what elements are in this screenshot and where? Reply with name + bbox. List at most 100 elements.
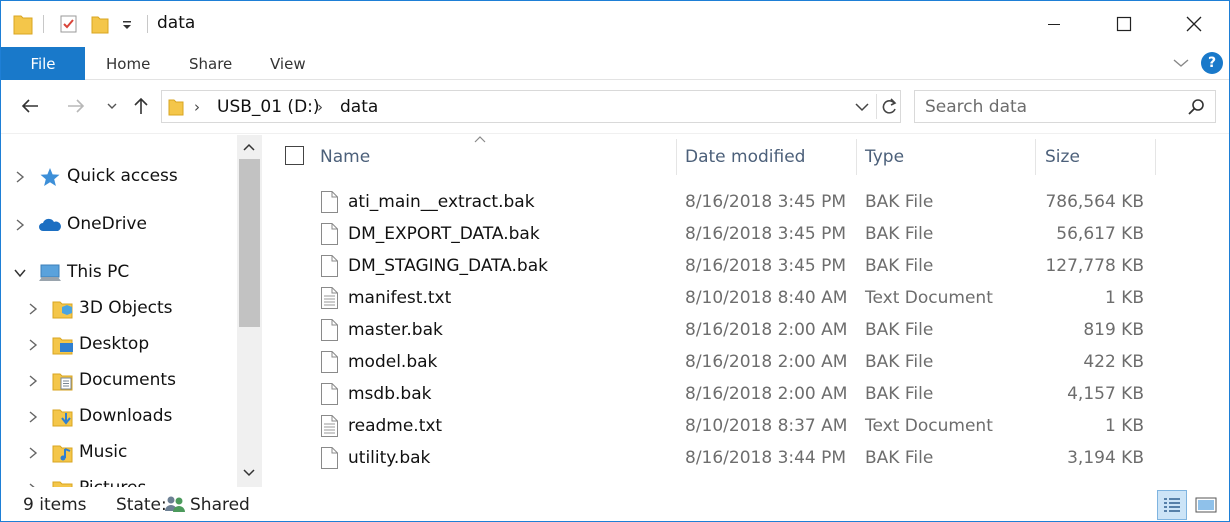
navigation-pane: Quick access OneDrive This PC 3D Objects… bbox=[1, 135, 263, 487]
file-name: DM_EXPORT_DATA.bak bbox=[348, 224, 540, 244]
table-row[interactable]: msdb.bak 8/16/2018 2:00 AM BAK File 4,157 K… bbox=[269, 379, 1169, 411]
chevron-right-icon[interactable] bbox=[13, 218, 27, 232]
file-date-modified: 8/10/2018 8:37 AM bbox=[685, 416, 848, 436]
state-value: Shared bbox=[190, 495, 250, 515]
chevron-right-icon[interactable] bbox=[26, 302, 40, 316]
select-all-checkbox[interactable] bbox=[285, 146, 304, 165]
file-type: Text Document bbox=[865, 288, 993, 308]
nav-item-onedrive[interactable]: OneDrive bbox=[1, 209, 237, 241]
column-header-date[interactable]: Date modified bbox=[685, 135, 805, 178]
shared-users-icon bbox=[165, 496, 185, 512]
file-size: 4,157 KB bbox=[1067, 384, 1144, 404]
nav-item-documents[interactable]: Documents bbox=[1, 365, 237, 397]
file-date-modified: 8/16/2018 3:45 PM bbox=[685, 224, 847, 244]
address-bar[interactable]: › USB_01 (D:) › data bbox=[161, 90, 901, 123]
music-folder-icon bbox=[52, 445, 73, 463]
blank-file-icon bbox=[321, 255, 338, 277]
tab-view[interactable]: View bbox=[270, 47, 306, 80]
tab-file[interactable]: File bbox=[1, 47, 85, 80]
folder-icon bbox=[168, 99, 184, 116]
column-divider[interactable] bbox=[1155, 139, 1156, 175]
address-dropdown-icon[interactable] bbox=[854, 101, 870, 113]
new-folder-icon[interactable] bbox=[91, 14, 109, 34]
search-icon[interactable] bbox=[1187, 98, 1205, 116]
nav-item-pictures[interactable]: Pictures bbox=[1, 473, 237, 487]
table-row[interactable]: manifest.txt 8/10/2018 8:40 AM Text Docume… bbox=[269, 283, 1169, 315]
customize-qat-icon[interactable] bbox=[121, 19, 133, 31]
tab-home[interactable]: Home bbox=[106, 47, 150, 80]
minimize-button[interactable] bbox=[1019, 1, 1089, 47]
chevron-down-icon[interactable] bbox=[13, 266, 27, 280]
title-separator bbox=[147, 15, 148, 33]
file-date-modified: 8/16/2018 3:45 PM bbox=[685, 192, 847, 212]
blank-file-icon bbox=[321, 191, 338, 213]
nav-item-label: OneDrive bbox=[67, 214, 147, 234]
chevron-right-icon[interactable] bbox=[26, 446, 40, 460]
blank-file-icon bbox=[321, 319, 338, 341]
properties-icon[interactable] bbox=[59, 14, 79, 34]
table-row[interactable]: DM_EXPORT_DATA.bak 8/16/2018 3:45 PM BAK F… bbox=[269, 219, 1169, 251]
large-icons-view-button[interactable] bbox=[1191, 490, 1221, 520]
search-placeholder: Search data bbox=[925, 97, 1028, 117]
nav-item-3d-objects[interactable]: 3D Objects bbox=[1, 293, 237, 325]
file-type: BAK File bbox=[865, 352, 934, 372]
nav-item-desktop[interactable]: Desktop bbox=[1, 329, 237, 361]
table-row[interactable]: utility.bak 8/16/2018 3:44 PM BAK File 3,19… bbox=[269, 443, 1169, 475]
chevron-right-icon[interactable] bbox=[26, 374, 40, 388]
column-header-size[interactable]: Size bbox=[1045, 135, 1080, 178]
file-type: BAK File bbox=[865, 384, 934, 404]
chevron-right-icon[interactable]: › bbox=[317, 98, 323, 116]
maximize-button[interactable] bbox=[1089, 1, 1159, 47]
chevron-right-icon[interactable] bbox=[26, 338, 40, 352]
star-icon bbox=[40, 168, 60, 186]
state-label: State: bbox=[116, 495, 167, 515]
column-divider[interactable] bbox=[676, 139, 677, 175]
nav-item-label: Music bbox=[79, 442, 128, 462]
scroll-down-icon[interactable] bbox=[242, 467, 256, 479]
nav-pane-scrollbar[interactable] bbox=[237, 135, 262, 487]
details-view-button[interactable] bbox=[1157, 490, 1187, 520]
blank-file-icon bbox=[321, 223, 338, 245]
chevron-right-icon[interactable] bbox=[26, 410, 40, 424]
close-button[interactable] bbox=[1159, 1, 1229, 47]
qat-separator bbox=[43, 15, 44, 33]
folder-icon bbox=[13, 15, 33, 35]
text-file-icon bbox=[321, 415, 338, 437]
tab-share[interactable]: Share bbox=[189, 47, 232, 80]
breadcrumb-folder[interactable]: data bbox=[340, 97, 378, 117]
breadcrumb-drive[interactable]: USB_01 (D:) bbox=[217, 97, 320, 117]
table-row[interactable]: model.bak 8/16/2018 2:00 AM BAK File 422 KB bbox=[269, 347, 1169, 379]
back-button[interactable] bbox=[15, 92, 45, 120]
up-button[interactable] bbox=[126, 92, 156, 120]
file-name: DM_STAGING_DATA.bak bbox=[348, 256, 548, 276]
expand-ribbon-icon[interactable] bbox=[1171, 53, 1191, 73]
refresh-icon[interactable] bbox=[880, 97, 898, 117]
table-row[interactable]: DM_STAGING_DATA.bak 8/16/2018 3:45 PM BAK … bbox=[269, 251, 1169, 283]
chevron-right-icon[interactable] bbox=[13, 170, 27, 184]
forward-button[interactable] bbox=[61, 92, 91, 120]
nav-item-this-pc[interactable]: This PC bbox=[1, 257, 237, 289]
help-button[interactable]: ? bbox=[1201, 52, 1223, 74]
scroll-up-icon[interactable] bbox=[242, 141, 256, 153]
blank-file-icon bbox=[321, 351, 338, 373]
file-date-modified: 8/16/2018 2:00 AM bbox=[685, 352, 848, 372]
file-type: BAK File bbox=[865, 448, 934, 468]
file-type: BAK File bbox=[865, 192, 934, 212]
chevron-right-icon[interactable]: › bbox=[194, 98, 200, 116]
nav-item-downloads[interactable]: Downloads bbox=[1, 401, 237, 433]
table-row[interactable]: ati_main__extract.bak 8/16/2018 3:45 PM BA… bbox=[269, 187, 1169, 219]
nav-item-quick-access[interactable]: Quick access bbox=[1, 161, 237, 193]
column-header-type[interactable]: Type bbox=[865, 135, 904, 178]
explorer-window: data File Home Share View ? › USB_01 (D:… bbox=[0, 0, 1230, 522]
column-divider[interactable] bbox=[856, 139, 857, 175]
column-header-name[interactable]: Name bbox=[320, 135, 370, 178]
search-box[interactable]: Search data bbox=[914, 90, 1216, 123]
nav-item-music[interactable]: Music bbox=[1, 437, 237, 469]
table-row[interactable]: master.bak 8/16/2018 2:00 AM BAK File 819 K… bbox=[269, 315, 1169, 347]
file-name: model.bak bbox=[348, 352, 438, 372]
table-row[interactable]: readme.txt 8/10/2018 8:37 AM Text Document… bbox=[269, 411, 1169, 443]
recent-locations-button[interactable] bbox=[97, 92, 127, 120]
column-divider[interactable] bbox=[1035, 139, 1036, 175]
scrollbar-thumb[interactable] bbox=[239, 159, 260, 327]
nav-item-label: 3D Objects bbox=[79, 298, 173, 318]
